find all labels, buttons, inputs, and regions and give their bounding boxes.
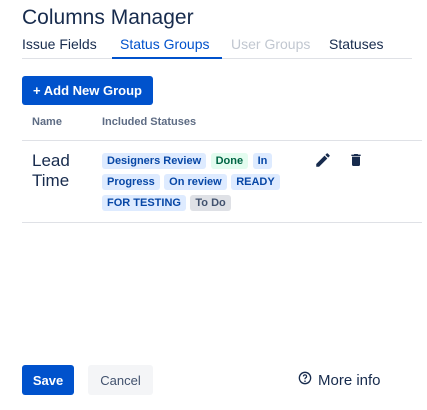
tab-user-groups: User Groups xyxy=(231,36,311,52)
column-header-name: Name xyxy=(32,116,62,128)
status-lozenge: Done xyxy=(210,153,249,169)
group-name: Lead Time xyxy=(32,151,70,190)
pencil-icon[interactable] xyxy=(314,151,332,169)
tab-status-groups[interactable]: Status Groups xyxy=(112,36,222,59)
header-divider xyxy=(22,140,422,141)
more-info-label: More info xyxy=(318,371,381,389)
row-divider xyxy=(22,222,422,223)
add-new-group-button[interactable]: + Add New Group xyxy=(22,76,153,105)
save-button[interactable]: Save xyxy=(22,365,74,395)
cancel-button[interactable]: Cancel xyxy=(88,365,153,395)
column-header-included-statuses: Included Statuses xyxy=(102,116,197,128)
tab-bar: Issue Fields Status Groups User Groups S… xyxy=(22,36,412,59)
status-lozenge: Designers Review xyxy=(102,153,207,169)
question-circle-icon xyxy=(298,371,318,389)
more-info-link[interactable]: More info xyxy=(298,371,381,389)
tab-statuses[interactable]: Statuses xyxy=(329,36,383,57)
status-lozenge: To Do xyxy=(190,195,231,211)
page-title: Columns Manager xyxy=(22,6,194,29)
status-lozenge-list: Designers Review Done In Progress On rev… xyxy=(102,150,292,213)
tab-issue-fields[interactable]: Issue Fields xyxy=(22,36,97,57)
status-lozenge: On review xyxy=(164,174,227,190)
trash-icon[interactable] xyxy=(348,151,366,169)
